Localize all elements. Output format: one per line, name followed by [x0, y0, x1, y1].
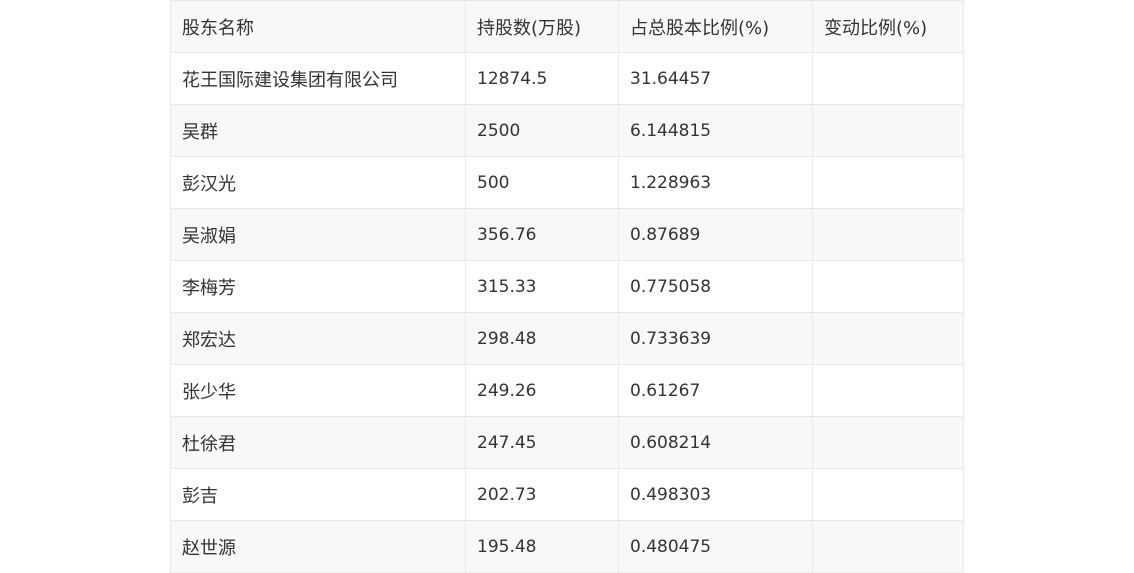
cell-shareholder-name: 吴群: [170, 104, 466, 157]
cell-share-ratio: 0.87689: [618, 208, 813, 261]
table-row: 郑宏达 298.48 0.733639: [170, 312, 964, 365]
cell-change-ratio: [812, 364, 964, 417]
table-row: 吴淑娟 356.76 0.87689: [170, 208, 964, 261]
cell-shares-held: 195.48: [465, 520, 619, 573]
cell-shareholder-name: 彭汉光: [170, 156, 466, 209]
cell-shares-held: 247.45: [465, 416, 619, 469]
cell-change-ratio: [812, 156, 964, 209]
cell-shareholder-name: 杜徐君: [170, 416, 466, 469]
cell-share-ratio: 0.480475: [618, 520, 813, 573]
cell-share-ratio: 0.608214: [618, 416, 813, 469]
cell-share-ratio: 31.64457: [618, 52, 813, 105]
cell-change-ratio: [812, 260, 964, 313]
cell-shareholder-name: 张少华: [170, 364, 466, 417]
cell-shares-held: 12874.5: [465, 52, 619, 105]
cell-change-ratio: [812, 520, 964, 573]
table-row: 张少华 249.26 0.61267: [170, 364, 964, 417]
cell-shares-held: 298.48: [465, 312, 619, 365]
cell-shareholder-name: 彭吉: [170, 468, 466, 521]
cell-share-ratio: 1.228963: [618, 156, 813, 209]
cell-shares-held: 315.33: [465, 260, 619, 313]
table-row: 彭吉 202.73 0.498303: [170, 468, 964, 521]
cell-change-ratio: [812, 208, 964, 261]
cell-shares-held: 500: [465, 156, 619, 209]
cell-share-ratio: 0.775058: [618, 260, 813, 313]
cell-shares-held: 202.73: [465, 468, 619, 521]
header-change-ratio: 变动比例(%): [812, 0, 964, 53]
cell-share-ratio: 0.498303: [618, 468, 813, 521]
cell-shares-held: 356.76: [465, 208, 619, 261]
cell-change-ratio: [812, 312, 964, 365]
shareholder-table-container: 股东名称 持股数(万股) 占总股本比例(%) 变动比例(%) 花王国际建设集团有…: [170, 0, 964, 573]
cell-shareholder-name: 李梅芳: [170, 260, 466, 313]
cell-shareholder-name: 吴淑娟: [170, 208, 466, 261]
cell-change-ratio: [812, 468, 964, 521]
table-header-row: 股东名称 持股数(万股) 占总股本比例(%) 变动比例(%): [170, 0, 964, 53]
cell-shareholder-name: 郑宏达: [170, 312, 466, 365]
cell-shares-held: 2500: [465, 104, 619, 157]
table-row: 彭汉光 500 1.228963: [170, 156, 964, 209]
header-shares-held: 持股数(万股): [465, 0, 619, 53]
cell-share-ratio: 6.144815: [618, 104, 813, 157]
cell-share-ratio: 0.733639: [618, 312, 813, 365]
cell-share-ratio: 0.61267: [618, 364, 813, 417]
header-share-ratio: 占总股本比例(%): [618, 0, 813, 53]
table-row: 吴群 2500 6.144815: [170, 104, 964, 157]
cell-shareholder-name: 花王国际建设集团有限公司: [170, 52, 466, 105]
shareholder-table: 股东名称 持股数(万股) 占总股本比例(%) 变动比例(%) 花王国际建设集团有…: [170, 0, 964, 573]
cell-change-ratio: [812, 52, 964, 105]
cell-change-ratio: [812, 104, 964, 157]
cell-change-ratio: [812, 416, 964, 469]
cell-shareholder-name: 赵世源: [170, 520, 466, 573]
table-row: 赵世源 195.48 0.480475: [170, 520, 964, 573]
table-row: 杜徐君 247.45 0.608214: [170, 416, 964, 469]
cell-shares-held: 249.26: [465, 364, 619, 417]
table-row: 花王国际建设集团有限公司 12874.5 31.64457: [170, 52, 964, 105]
header-shareholder-name: 股东名称: [170, 0, 466, 53]
table-row: 李梅芳 315.33 0.775058: [170, 260, 964, 313]
